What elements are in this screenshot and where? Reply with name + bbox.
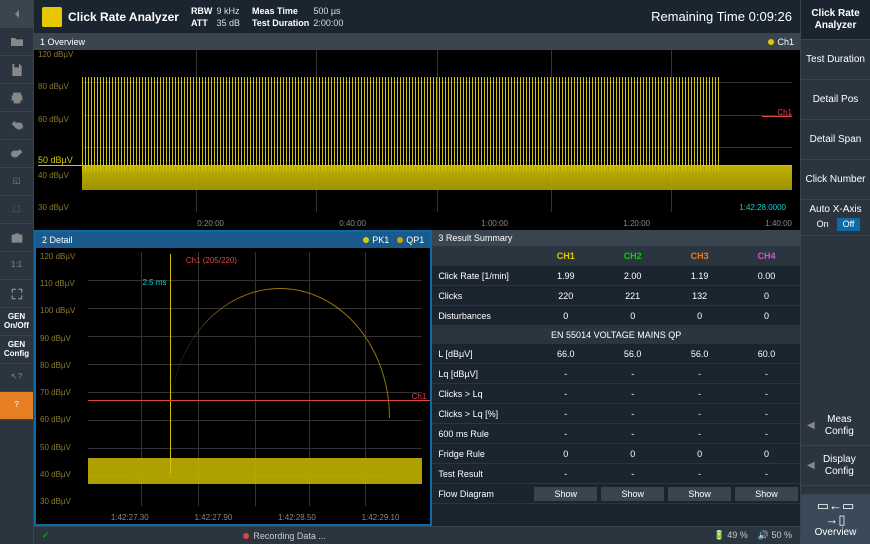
detail-peak bbox=[170, 254, 171, 474]
show-ch4-button[interactable]: Show bbox=[735, 487, 798, 501]
detail-x-axis: 1:42:27.301:42:27.901:42:28.501:42:29.10 bbox=[88, 513, 422, 522]
overview-plot[interactable]: 120 dBµV80 dBµV60 dBµV40 dBµV30 dBµV 50 … bbox=[34, 50, 800, 230]
detail-ch1-line bbox=[88, 400, 430, 401]
zoom-area-icon[interactable]: ⬚ bbox=[0, 196, 33, 224]
overview-panel-head[interactable]: 1 Overview Ch1 bbox=[34, 34, 800, 50]
overview-y-axis: 120 dBµV80 dBµV60 dBµV40 dBµV30 dBµV bbox=[38, 50, 73, 212]
ch1-ref-label: Ch1 bbox=[777, 108, 792, 117]
result-panel: 3 Result Summary CH1 CH2 CH3 CH4 Click R… bbox=[432, 230, 800, 526]
legend-pk1: PK1 bbox=[363, 235, 389, 245]
result-table: CH1 CH2 CH3 CH4 Click Rate [1/min]1.992.… bbox=[432, 246, 800, 526]
help-icon[interactable]: ? bbox=[0, 392, 33, 420]
auto-x-axis-toggle[interactable]: Auto X-Axis OnOff bbox=[801, 200, 870, 236]
show-ch1-button[interactable]: Show bbox=[534, 487, 597, 501]
meas-config-button[interactable]: ◀Meas Config bbox=[801, 406, 870, 446]
display-config-button[interactable]: ◀Display Config bbox=[801, 446, 870, 486]
right-softkeys: Click Rate Analyzer Test Duration Detail… bbox=[800, 0, 870, 544]
table-row: Click Rate [1/min]1.992.001.190.00 bbox=[432, 266, 800, 286]
legend-ch1: Ch1 bbox=[768, 37, 794, 47]
remaining-time: Remaining Time 0:09:26 bbox=[651, 9, 792, 24]
folder-open-icon[interactable] bbox=[0, 28, 33, 56]
zoom-mode-icon[interactable]: ◱ bbox=[0, 168, 33, 196]
app-title: Click Rate Analyzer bbox=[68, 10, 179, 24]
print-icon[interactable] bbox=[0, 84, 33, 112]
table-row: Disturbances0000 bbox=[432, 306, 800, 326]
show-ch2-button[interactable]: Show bbox=[601, 487, 664, 501]
arrow-left-icon[interactable] bbox=[0, 0, 33, 28]
chevron-left-icon: ◀ bbox=[807, 420, 815, 432]
recording-dot-icon bbox=[243, 533, 249, 539]
test-duration-button[interactable]: Test Duration bbox=[801, 40, 870, 80]
undo-icon[interactable] bbox=[0, 112, 33, 140]
status-bar: ✓ Recording Data ... 🔋 49 % 🔊 50 % bbox=[34, 526, 800, 544]
scale-11-icon[interactable]: 1:1 bbox=[0, 252, 33, 280]
detail-y-axis: 120 dBµV110 dBµV100 dBµV90 dBµV80 dBµV70… bbox=[40, 252, 75, 506]
app-icon bbox=[42, 7, 62, 27]
table-row: L [dBµV]66.056.056.060.0 bbox=[432, 344, 800, 364]
redo-icon[interactable] bbox=[0, 140, 33, 168]
detail-anno-time: 2.5 ms bbox=[142, 278, 166, 287]
show-ch3-button[interactable]: Show bbox=[668, 487, 731, 501]
left-toolbar: ◱ ⬚ 1:1 GEN On/Off GEN Config ↖? ? bbox=[0, 0, 34, 544]
detail-ch1-label: Ch1 bbox=[412, 392, 427, 401]
table-row: Clicks > Lq [%]---- bbox=[432, 404, 800, 424]
table-row: Lq [dBµV]---- bbox=[432, 364, 800, 384]
click-number-button[interactable]: Click Number bbox=[801, 160, 870, 200]
status-ready-icon: ✓ bbox=[42, 530, 50, 541]
main-content: Click Rate Analyzer RBWATT 9 kHz35 dB Me… bbox=[34, 0, 800, 544]
result-title: 3 Result Summary bbox=[438, 233, 512, 243]
softkey-title: Click Rate Analyzer bbox=[801, 0, 870, 40]
table-row: Clicks2202211320 bbox=[432, 286, 800, 306]
gen-config-button[interactable]: GEN Config bbox=[0, 336, 33, 364]
recording-status: Recording Data ... bbox=[243, 531, 326, 541]
marker-time-label: 1:42:28.0000 bbox=[739, 203, 786, 212]
volume-status: 🔊 50 % bbox=[758, 530, 792, 541]
battery-status: 🔋 49 % bbox=[714, 530, 748, 541]
detail-pos-button[interactable]: Detail Pos bbox=[801, 80, 870, 120]
pointer-help-icon[interactable]: ↖? bbox=[0, 364, 33, 392]
result-header-row: CH1 CH2 CH3 CH4 bbox=[432, 246, 800, 266]
detail-noise bbox=[88, 458, 422, 484]
legend-qp1: QP1 bbox=[397, 235, 424, 245]
overview-x-axis: 0:20:000:40:001:00:001:20:001:40:00 bbox=[82, 219, 792, 228]
chevron-left-icon: ◀ bbox=[807, 460, 815, 472]
detail-plot[interactable]: 120 dBµV110 dBµV100 dBµV90 dBµV80 dBµV70… bbox=[36, 248, 430, 524]
detail-title: 2 Detail bbox=[42, 235, 73, 245]
header-bar: Click Rate Analyzer RBWATT 9 kHz35 dB Me… bbox=[34, 0, 800, 34]
overview-diagram-icon: ▭←▭→▯ bbox=[817, 499, 855, 527]
table-row: Fridge Rule0000 bbox=[432, 444, 800, 464]
gen-onoff-button[interactable]: GEN On/Off bbox=[0, 308, 33, 336]
detail-panel: 2 Detail PK1 QP1 120 dBµV110 dBµV100 dBµ… bbox=[34, 230, 432, 526]
overview-noise bbox=[82, 166, 792, 190]
fullscreen-icon[interactable] bbox=[0, 280, 33, 308]
table-row: Test Result---- bbox=[432, 464, 800, 484]
overview-button[interactable]: ▭←▭→▯ Overview bbox=[801, 495, 870, 544]
camera-icon[interactable] bbox=[0, 224, 33, 252]
section-standard: EN 55014 VOLTAGE MAINS QP bbox=[432, 326, 800, 344]
overview-title: 1 Overview bbox=[40, 37, 85, 47]
detail-panel-head[interactable]: 2 Detail PK1 QP1 bbox=[36, 232, 430, 248]
measurement-params: RBWATT 9 kHz35 dB Meas TimeTest Duration… bbox=[191, 6, 343, 28]
detail-anno-ch1: Ch1 (205/220) bbox=[186, 256, 237, 265]
detail-span-button[interactable]: Detail Span bbox=[801, 120, 870, 160]
result-panel-head[interactable]: 3 Result Summary bbox=[432, 230, 800, 246]
flow-diagram-row: Flow DiagramShowShowShowShow bbox=[432, 484, 800, 504]
save-icon[interactable] bbox=[0, 56, 33, 84]
table-row: Clicks > Lq---- bbox=[432, 384, 800, 404]
table-row: 600 ms Rule---- bbox=[432, 424, 800, 444]
reference-50db: 50 dBµV bbox=[38, 155, 792, 166]
